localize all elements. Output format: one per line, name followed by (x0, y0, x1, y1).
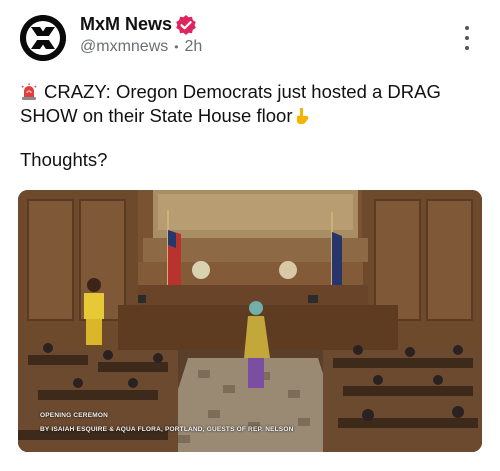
separator-dot: • (174, 40, 179, 54)
handle-row: @mxmnews • 2h (80, 38, 202, 56)
more-options-icon (465, 26, 469, 30)
mxm-logo-icon (20, 15, 66, 61)
avatar[interactable] (20, 15, 66, 61)
video-caption-credit: BY ISAIAH ESQUIRE & AQUA FLORA, PORTLAND… (40, 426, 294, 433)
police-siren-icon (21, 83, 37, 100)
post-card: MxM News @mxmnews • 2h CRAZY: Oregon Dem… (0, 0, 500, 471)
verified-badge-icon (176, 15, 196, 35)
author-name[interactable]: MxM News (80, 14, 172, 35)
post-text-line-1: CRAZY: Oregon Democrats just hosted a DR… (44, 81, 441, 102)
video-caption-title: OPENING CEREMON (40, 412, 109, 419)
post-timestamp[interactable]: 2h (184, 38, 202, 56)
video-thumbnail[interactable]: OPENING CEREMON BY ISAIAH ESQUIRE & AQUA… (18, 190, 482, 452)
author-handle[interactable]: @mxmnews (80, 38, 168, 56)
post-text-line-2: SHOW on their State House floor (20, 105, 293, 126)
post-text: CRAZY: Oregon Democrats just hosted a DR… (20, 80, 480, 128)
more-options-button[interactable] (460, 26, 474, 50)
pointing-down-icon (297, 108, 309, 125)
post-text-line-3: Thoughts? (20, 149, 108, 170)
